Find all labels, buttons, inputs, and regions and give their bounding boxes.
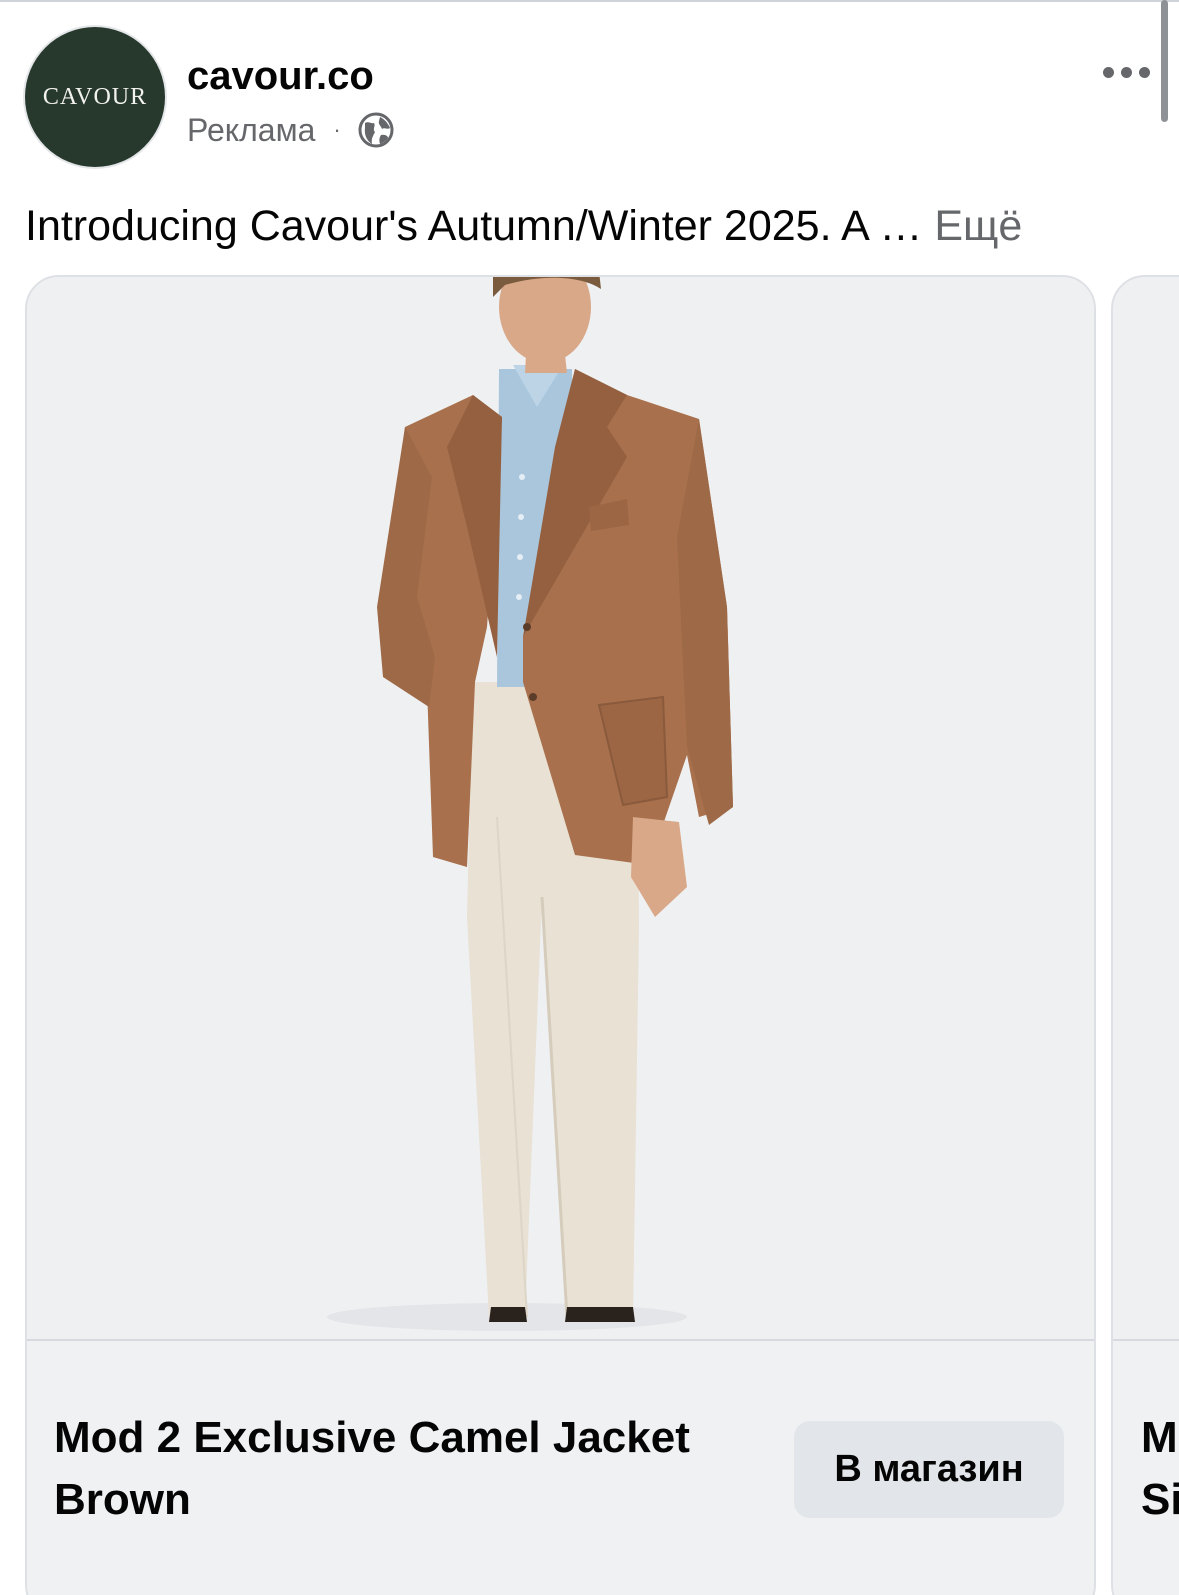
card-footer: Mod 2 Exclusive Camel Jacket Brown В маг… — [27, 1339, 1094, 1595]
carousel-card[interactable]: Mod 2 Exclusive Camel Jacket Brown В маг… — [25, 275, 1096, 1595]
carousel-card-next[interactable]: M Si — [1111, 275, 1179, 1595]
post-caption[interactable]: Introducing Cavour's Autumn/Winter 2025.… — [25, 198, 1022, 254]
avatar[interactable]: CAVOUR — [25, 27, 165, 167]
avatar-logo-text: CAVOUR — [42, 83, 148, 110]
meta-separator: · — [333, 117, 341, 142]
top-divider — [0, 0, 1179, 2]
product-photo-illustration — [27, 277, 1094, 1339]
sponsored-label: Реклама — [187, 111, 316, 148]
account-name[interactable]: cavour.co — [187, 52, 374, 100]
post-meta: Реклама · — [187, 108, 395, 152]
shop-now-button[interactable]: В магазин — [794, 1421, 1064, 1518]
caption-text: Introducing Cavour's Autumn/Winter 2025.… — [25, 202, 935, 250]
product-image[interactable] — [27, 277, 1094, 1339]
more-dot — [1102, 66, 1114, 78]
see-more-link[interactable]: Ещё — [934, 202, 1022, 250]
scrollbar[interactable] — [1161, 0, 1168, 122]
more-dot — [1138, 66, 1150, 78]
card-footer-next: M Si — [1113, 1339, 1179, 1595]
more-options-icon[interactable] — [1090, 54, 1162, 90]
product-title-next[interactable]: M Si — [1141, 1407, 1179, 1531]
product-title[interactable]: Mod 2 Exclusive Camel Jacket Brown — [54, 1407, 754, 1531]
more-dot — [1120, 66, 1132, 78]
ad-post: CAVOUR cavour.co Реклама · Introducing C… — [0, 0, 1179, 1595]
globe-icon — [358, 112, 394, 148]
